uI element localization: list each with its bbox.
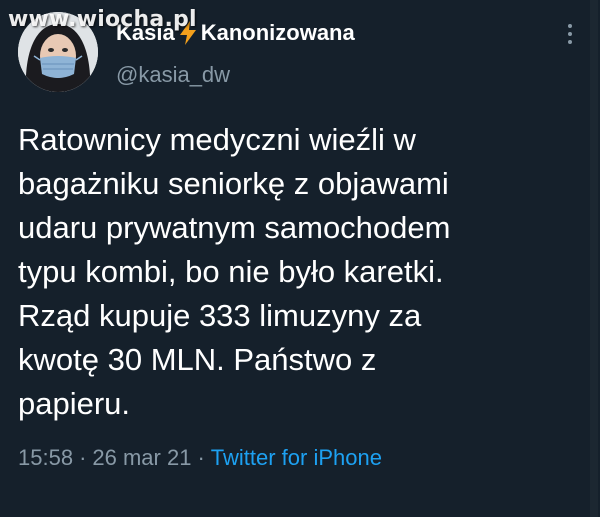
author-handle[interactable]: @kasia_dw — [116, 62, 230, 88]
watermark: www.wiocha.pl — [8, 7, 197, 32]
tweet-card: www.wiocha.pl Kasia Kanonizowana @kasia_… — [0, 0, 600, 517]
tweet-metadata: 15:58 · 26 mar 21 · Twitter for iPhone — [18, 445, 382, 471]
meta-separator: · — [79, 445, 87, 470]
tweet-source-link[interactable]: Twitter for iPhone — [211, 445, 382, 470]
meta-separator: · — [197, 445, 205, 470]
scrollbar[interactable] — [590, 0, 598, 517]
tweet-time[interactable]: 15:58 — [18, 445, 73, 470]
more-options-icon[interactable] — [558, 24, 582, 52]
author-name-suffix[interactable]: Kanonizowana — [201, 20, 355, 46]
tweet-text: Ratownicy medyczni wieźli w bagażniku se… — [18, 122, 451, 421]
tweet-date[interactable]: 26 mar 21 — [92, 445, 191, 470]
